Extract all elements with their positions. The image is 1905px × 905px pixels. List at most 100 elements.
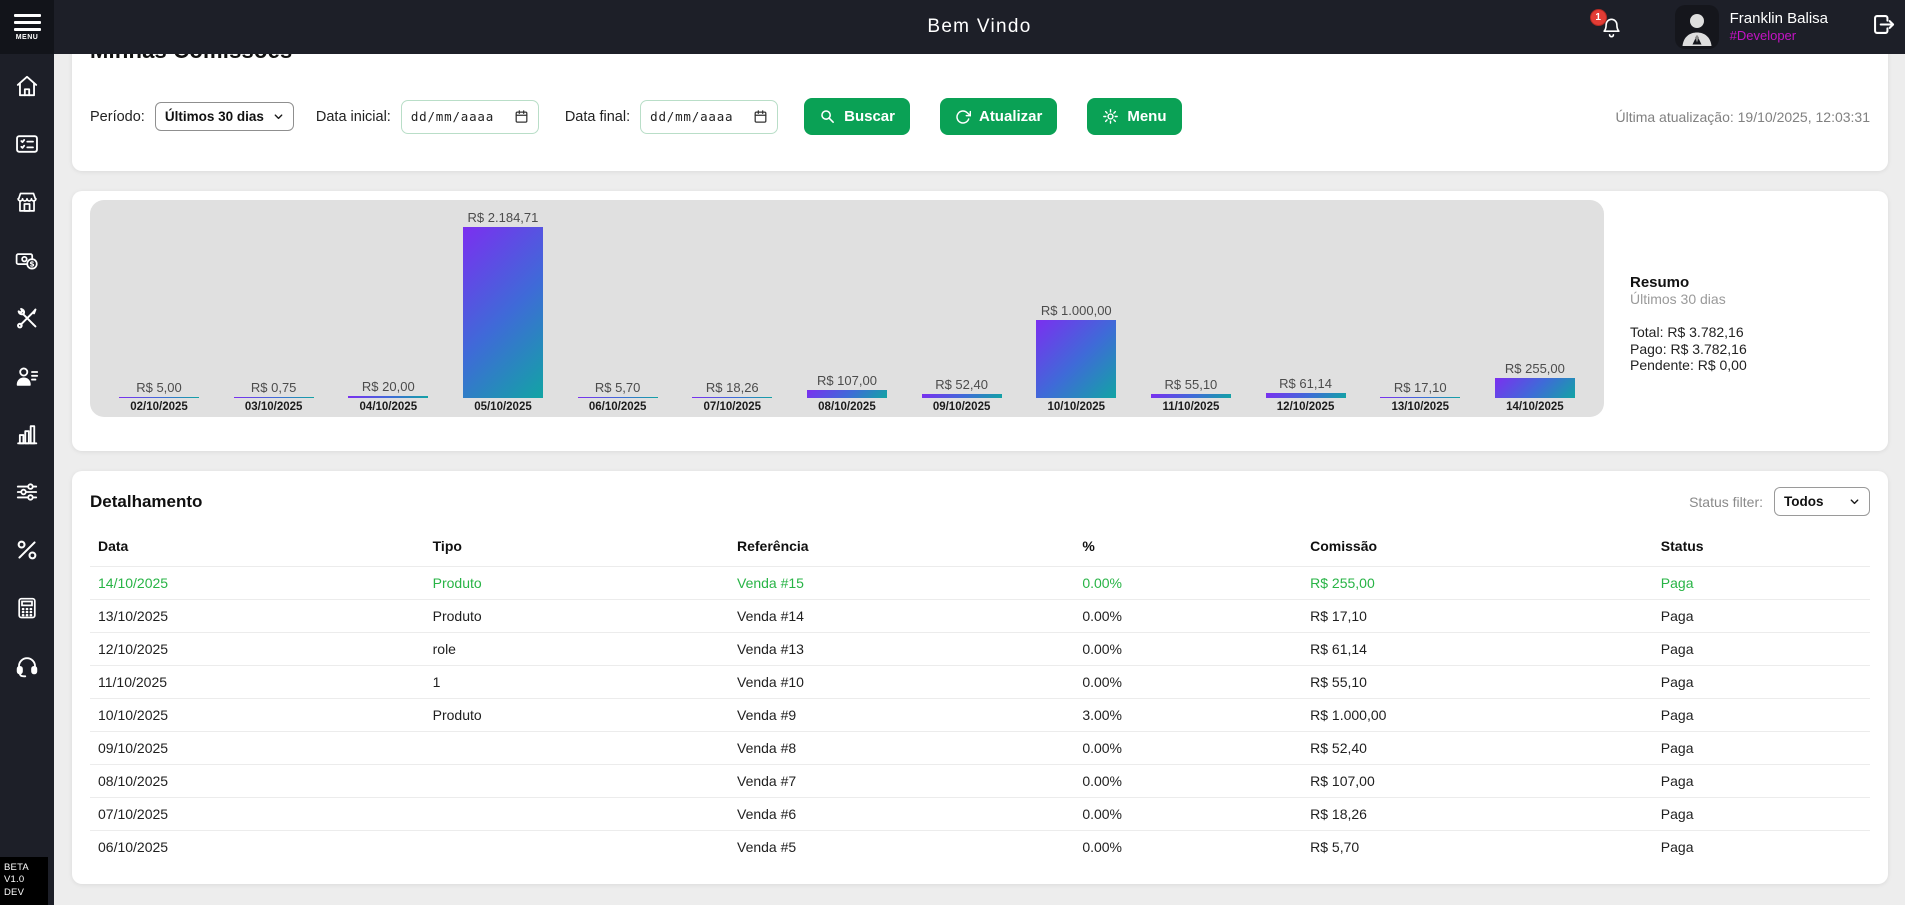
bar-value-label: R$ 2.184,71 (468, 210, 539, 225)
sidebar-item-calculator[interactable] (14, 595, 40, 621)
cell-status: Paga (1653, 732, 1870, 765)
support-headset-icon (14, 653, 40, 679)
table-row[interactable]: 14/10/2025ProdutoVenda #150.00%R$ 255,00… (90, 567, 1870, 600)
period-select[interactable]: Últimos 30 dias (155, 102, 294, 131)
cell-status: Paga (1653, 798, 1870, 831)
cell-data: 12/10/2025 (90, 633, 425, 666)
sidebar-item-money[interactable]: $ (14, 247, 40, 273)
user-avatar[interactable] (1675, 5, 1719, 49)
menu-button[interactable]: Menu (1087, 98, 1181, 135)
status-filter-select[interactable]: Todos (1774, 487, 1870, 516)
chart-bar[interactable] (234, 397, 314, 399)
bar-value-label: R$ 5,70 (595, 380, 641, 395)
sidebar-icons: $ (0, 54, 54, 679)
bar-date-label: 09/10/2025 (933, 401, 991, 413)
start-date-input[interactable]: dd/mm/aaaa (401, 100, 539, 134)
bar-date-label: 12/10/2025 (1277, 401, 1335, 413)
chart-bar[interactable] (578, 397, 658, 399)
table-row[interactable]: 11/10/20251Venda #100.00%R$ 55,10Paga (90, 666, 1870, 699)
sidebar-item-reports-chart[interactable] (14, 421, 40, 447)
calendar-icon (514, 109, 529, 124)
chart-bar-group: R$ 1.000,0010/10/2025 (1021, 205, 1131, 413)
chart-bar[interactable] (348, 396, 428, 398)
invoice-list-icon (14, 131, 40, 157)
chart-bar[interactable] (1495, 378, 1575, 398)
cell-referencia: Venda #15 (729, 567, 1074, 600)
search-button[interactable]: Buscar (804, 98, 910, 135)
bar-date-label: 05/10/2025 (474, 401, 532, 413)
version-label: BETA V1.0 DEV (0, 857, 48, 905)
refresh-icon (955, 109, 971, 125)
cell-data: 06/10/2025 (90, 831, 425, 864)
refresh-button[interactable]: Atualizar (940, 98, 1057, 135)
percent-icon (14, 537, 40, 563)
cell-referencia: Venda #7 (729, 765, 1074, 798)
chart-bar-group: R$ 5,7006/10/2025 (563, 205, 673, 413)
sidebar-item-invoice-list[interactable] (14, 131, 40, 157)
cell-status: Paga (1653, 567, 1870, 600)
main-content: Minhas Comissões Período: Últimos 30 dia… (54, 0, 1905, 884)
chart-bar[interactable] (1151, 394, 1231, 398)
logout-button[interactable] (1870, 11, 1897, 43)
cell-data: 10/10/2025 (90, 699, 425, 732)
table-row[interactable]: 13/10/2025ProdutoVenda #140.00%R$ 17,10P… (90, 600, 1870, 633)
hamburger-menu-button[interactable]: MENU (0, 0, 54, 54)
chart-bar[interactable] (922, 394, 1002, 398)
chevron-down-icon (1849, 496, 1860, 507)
commissions-table: DataTipoReferência%ComissãoStatus 14/10/… (90, 528, 1870, 864)
chart-bar-group: R$ 0,7503/10/2025 (219, 205, 329, 413)
sidebar-item-customers[interactable] (14, 363, 40, 389)
end-date-input[interactable]: dd/mm/aaaa (640, 100, 778, 134)
chart-bar[interactable] (119, 397, 199, 399)
sidebar-item-home[interactable] (14, 73, 40, 99)
sidebar-item-settings-sliders[interactable] (14, 479, 40, 505)
summary-panel: Resumo Últimos 30 dias Total: R$ 3.782,1… (1604, 200, 1747, 451)
tools-icon (14, 305, 40, 331)
bar-value-label: R$ 61,14 (1279, 376, 1332, 391)
user-name: Franklin Balisa (1730, 10, 1828, 29)
customers-icon (14, 363, 40, 389)
table-row[interactable]: 09/10/2025Venda #80.00%R$ 52,40Paga (90, 732, 1870, 765)
sidebar-item-tools[interactable] (14, 305, 40, 331)
cell-status: Paga (1653, 699, 1870, 732)
chart-bar[interactable] (692, 397, 772, 399)
search-icon (819, 108, 836, 125)
sidebar-item-store[interactable] (14, 189, 40, 215)
table-row[interactable]: 10/10/2025ProdutoVenda #93.00%R$ 1.000,0… (90, 699, 1870, 732)
column-header: Tipo (425, 528, 729, 567)
chart-bar[interactable] (1036, 320, 1116, 398)
notifications-button[interactable]: 1 (1600, 16, 1623, 39)
bar-value-label: R$ 107,00 (817, 373, 877, 388)
cell-tipo: Produto (425, 567, 729, 600)
svg-text:$: $ (29, 260, 34, 269)
cell-tipo: Produto (425, 600, 729, 633)
chart-bar[interactable] (463, 227, 543, 398)
table-row[interactable]: 12/10/2025roleVenda #130.00%R$ 61,14Paga (90, 633, 1870, 666)
last-update-text: Última atualização: 19/10/2025, 12:03:31 (1615, 109, 1870, 125)
chart-bar-group: R$ 52,4009/10/2025 (907, 205, 1017, 413)
chart-bar[interactable] (807, 390, 887, 398)
chart-bar-group: R$ 5,0002/10/2025 (104, 205, 214, 413)
table-row[interactable]: 08/10/2025Venda #70.00%R$ 107,00Paga (90, 765, 1870, 798)
bar-value-label: R$ 20,00 (362, 379, 415, 394)
sidebar-item-percent[interactable] (14, 537, 40, 563)
commissions-bar-chart: R$ 5,0002/10/2025R$ 0,7503/10/2025 R$ 20,… (90, 200, 1604, 417)
details-title: Detalhamento (90, 492, 202, 512)
cell-pct: 0.00% (1074, 765, 1302, 798)
bar-date-label: 07/10/2025 (704, 401, 762, 413)
chart-card: R$ 5,0002/10/2025R$ 0,7503/10/2025 R$ 20,… (72, 191, 1888, 451)
column-header: Comissão (1302, 528, 1653, 567)
user-menu[interactable]: Franklin Balisa #Developer (1730, 10, 1828, 45)
status-filter-label: Status filter: (1689, 494, 1763, 510)
chart-bar[interactable] (1380, 397, 1460, 399)
column-header: Data (90, 528, 425, 567)
chart-bar[interactable] (1266, 393, 1346, 398)
cell-data: 11/10/2025 (90, 666, 425, 699)
table-row[interactable]: 07/10/2025Venda #60.00%R$ 18,26Paga (90, 798, 1870, 831)
user-role: #Developer (1730, 28, 1828, 44)
cell-status: Paga (1653, 666, 1870, 699)
table-row[interactable]: 06/10/2025Venda #50.00%R$ 5,70Paga (90, 831, 1870, 864)
sidebar-item-support-headset[interactable] (14, 653, 40, 679)
details-card: Detalhamento Status filter: Todos DataTi… (72, 471, 1888, 884)
bar-date-label: 11/10/2025 (1162, 401, 1219, 413)
